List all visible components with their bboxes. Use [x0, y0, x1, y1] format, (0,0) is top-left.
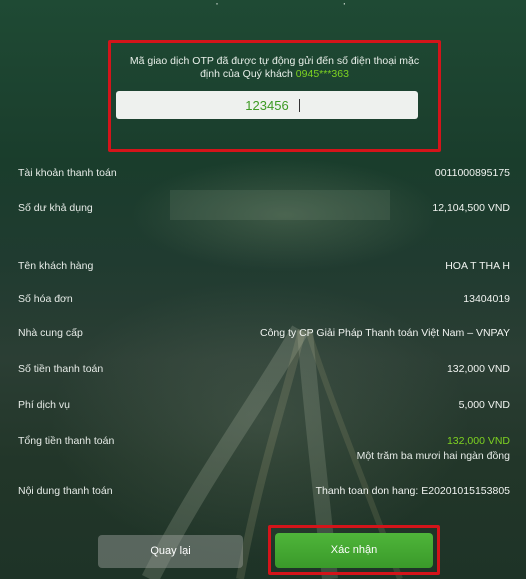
detail-value: 13404019: [463, 293, 510, 305]
detail-row-account: Tài khoản thanh toán 0011000895175: [18, 162, 510, 186]
detail-label: Tên khách hàng: [18, 260, 94, 272]
detail-row-customer-name: Tên khách hàng HOA T THA H: [18, 255, 510, 279]
detail-row-total: Tổng tiền thanh toán 132,000 VND Một tră…: [18, 430, 510, 470]
detail-value: 12,104,500 VND: [432, 202, 510, 214]
otp-input[interactable]: [116, 91, 418, 119]
detail-label: Phí dịch vụ: [18, 399, 70, 411]
detail-label: Tài khoản thanh toán: [18, 167, 117, 179]
detail-value: 5,000 VND: [458, 399, 510, 411]
detail-value: 0011000895175: [434, 167, 510, 179]
back-button[interactable]: Quay lại: [98, 535, 243, 568]
detail-row-provider: Nhà cung cấp Công ty CP Giải Pháp Thanh …: [18, 322, 510, 346]
detail-label: Nhà cung cấp: [18, 327, 83, 339]
otp-message-line2: định của Quý khách 0945***363: [111, 68, 438, 81]
otp-message: Mã giao dịch OTP đã được tự động gửi đến…: [111, 55, 438, 81]
otp-phone-number: 0945***363: [295, 68, 349, 80]
otp-message-line1: Mã giao dịch OTP đã được tự động gửi đến…: [129, 55, 420, 67]
detail-row-balance: Số dư khả dụng 12,104,500 VND: [18, 197, 510, 221]
otp-panel: Mã giao dịch OTP đã được tự động gửi đến…: [108, 40, 441, 152]
detail-label: Số hóa đơn: [18, 293, 73, 305]
detail-row-invoice-number: Số hóa đơn 13404019: [18, 288, 510, 312]
cropped-header: · ·: [0, 0, 526, 10]
otp-message-prefix: định của Quý khách: [200, 68, 296, 80]
detail-row-service-fee: Phí dịch vụ 5,000 VND: [18, 394, 510, 418]
text-caret: [299, 99, 300, 112]
detail-label: Tổng tiền thanh toán: [18, 435, 115, 447]
detail-value: 132,000 VND: [446, 363, 510, 375]
detail-label: Số dư khả dụng: [18, 202, 93, 214]
detail-label: Số tiền thanh toán: [18, 363, 104, 375]
detail-row-payment-content: Nội dung thanh toán Thanh toan don hang:…: [18, 480, 510, 504]
detail-value-total: 132,000 VND: [446, 435, 510, 447]
confirm-button[interactable]: Xác nhận: [275, 533, 433, 568]
cropped-header-marks: · ·: [215, 0, 407, 10]
detail-row-payment-amount: Số tiền thanh toán 132,000 VND: [18, 358, 510, 382]
detail-value: Công ty CP Giải Pháp Thanh toán Việt Nam…: [259, 327, 510, 339]
detail-label: Nội dung thanh toán: [18, 485, 113, 497]
detail-total-in-words: Một trăm ba mươi hai ngàn đồng: [356, 450, 510, 462]
detail-value: HOA T THA H: [445, 260, 510, 272]
detail-value: Thanh toan don hang: E20201015153805: [315, 485, 510, 497]
